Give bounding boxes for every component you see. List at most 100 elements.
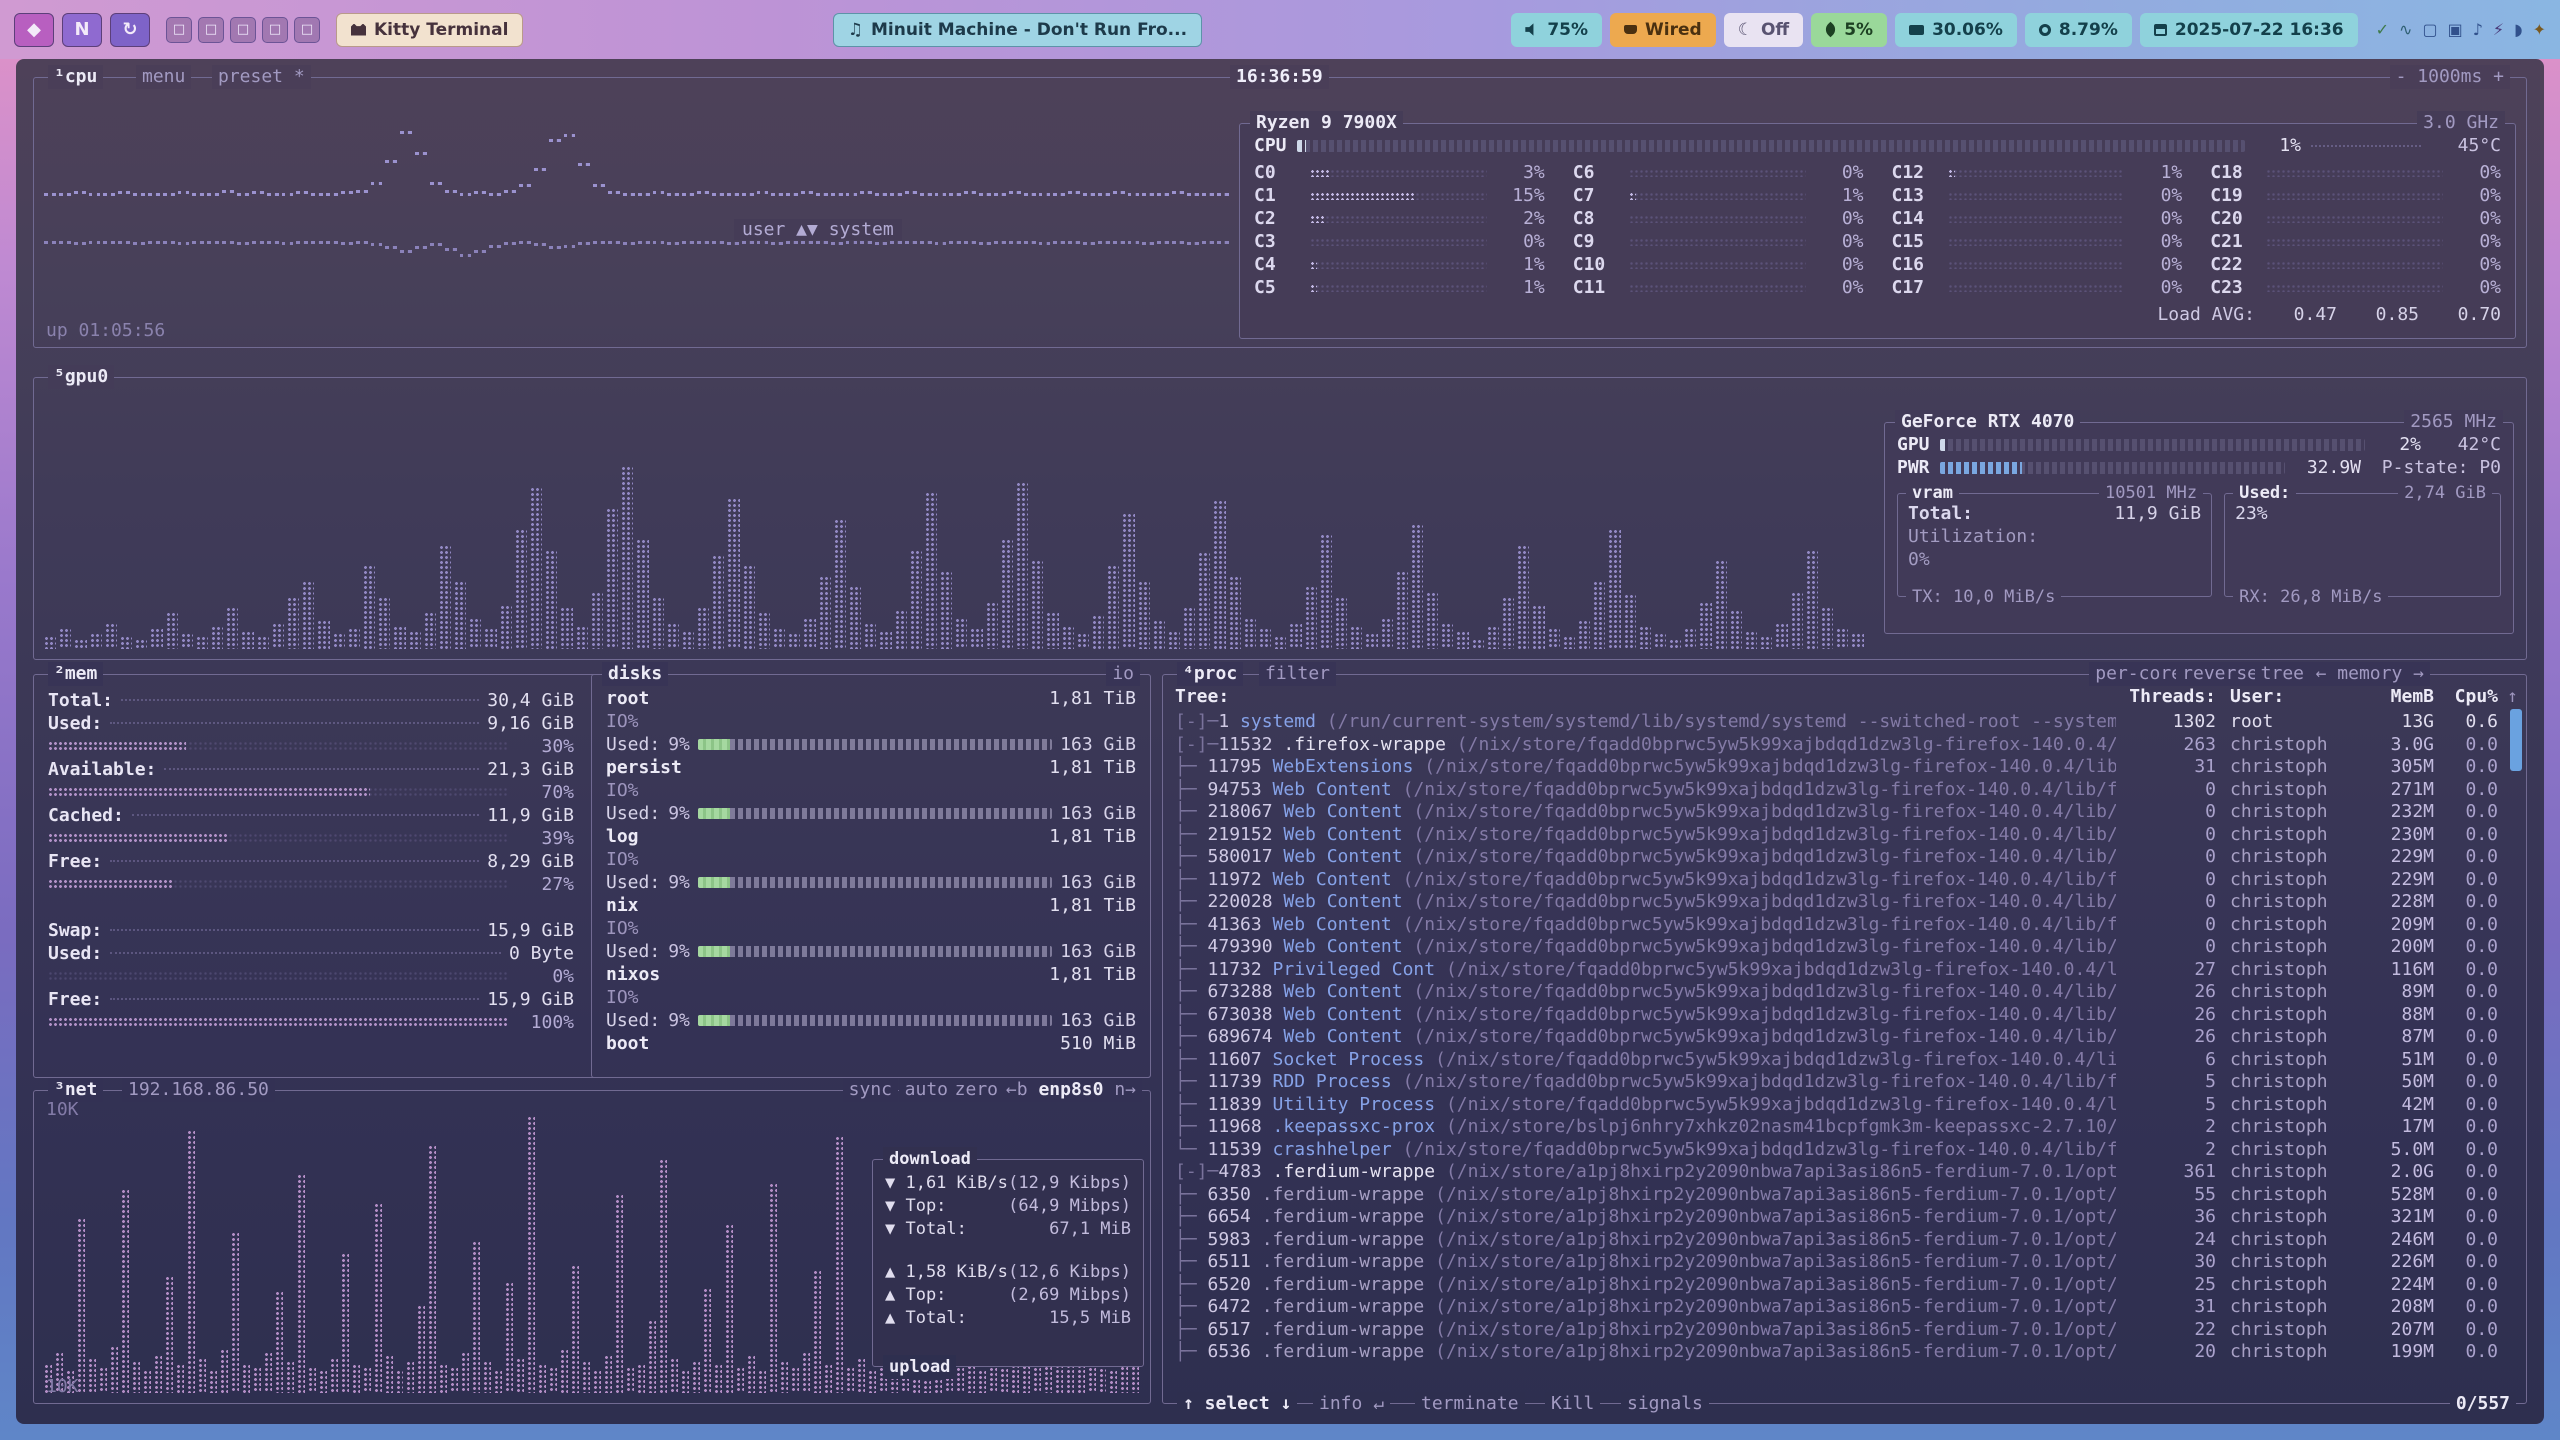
disks-label[interactable]: disks — [602, 662, 668, 686]
filter-button[interactable]: filter — [1259, 662, 1336, 686]
reload-button[interactable]: ↻ — [110, 13, 150, 47]
active-window-button[interactable]: Kitty Terminal — [336, 13, 523, 47]
graph-column — [714, 1364, 722, 1393]
process-row[interactable]: ├─ 11795 WebExtensions (/nix/store/fqadd… — [1163, 756, 2526, 779]
process-row[interactable]: ├─ 6520 .ferdium-wrappe (/nix/store/a1pj… — [1163, 1274, 2526, 1297]
process-row[interactable]: ├─ 6517 .ferdium-wrappe (/nix/store/a1pj… — [1163, 1319, 2526, 1342]
clock-widget[interactable]: 2025-07-22 16:36 — [2140, 13, 2358, 47]
scrollbar-thumb[interactable] — [2510, 709, 2522, 771]
process-row[interactable]: ├─ 11972 Web Content (/nix/store/fqadd0b… — [1163, 869, 2526, 892]
process-row[interactable]: └─ 11539 crashhelper (/nix/store/fqadd0b… — [1163, 1139, 2526, 1162]
memory-widget[interactable]: 30.06% — [1895, 13, 2017, 47]
display-icon[interactable]: ▣ — [2448, 20, 2463, 39]
process-row[interactable]: ├─ 5983 .ferdium-wrappe (/nix/store/a1pj… — [1163, 1229, 2526, 1252]
cpu-graph-legend: user ▲▼ system — [734, 219, 902, 240]
disk-name: persist — [606, 756, 682, 779]
gpu-panel-label[interactable]: ⁵gpu0 — [48, 365, 114, 389]
graph-column — [226, 607, 238, 649]
process-row[interactable]: ├─ 218067 Web Content (/nix/store/fqadd0… — [1163, 801, 2526, 824]
cpu-widget[interactable]: 5% — [1811, 13, 1887, 47]
process-user: christoph — [2216, 1116, 2348, 1139]
process-user: christoph — [2216, 936, 2348, 959]
core-percent: 0% — [1816, 207, 1864, 230]
column-cpu[interactable]: Cpu% — [2434, 685, 2498, 709]
graph-column — [1183, 607, 1195, 649]
info-button[interactable]: info ↵ — [1313, 1392, 1390, 1416]
media-icon[interactable]: ♪ — [2473, 20, 2483, 39]
select-control[interactable]: ↑ select ↓ — [1177, 1392, 1297, 1416]
update-interval-control[interactable]: - 1000ms + — [2390, 65, 2510, 89]
window-button[interactable]: □ — [198, 17, 224, 43]
process-row[interactable]: ├─ 11968 .keepassxc-prox (/nix/store/bsl… — [1163, 1116, 2526, 1139]
bell-icon[interactable]: ✦ — [2533, 20, 2546, 39]
wave-icon[interactable]: ∿ — [2399, 20, 2412, 39]
window-button[interactable]: □ — [166, 17, 192, 43]
window-button[interactable]: □ — [294, 17, 320, 43]
process-row[interactable]: ├─ 6472 .ferdium-wrappe (/nix/store/a1pj… — [1163, 1296, 2526, 1319]
sort-selector[interactable]: ← memory → — [2310, 662, 2430, 686]
process-row[interactable]: ├─ 11732 Privileged Cont (/nix/store/fqa… — [1163, 959, 2526, 982]
process-row[interactable]: ├─ 11607 Socket Process (/nix/store/fqad… — [1163, 1049, 2526, 1072]
cpu-panel-label[interactable]: ¹cpu — [48, 65, 103, 89]
launcher-button[interactable]: ◆ — [14, 13, 54, 47]
network-widget[interactable]: Wired — [1610, 13, 1716, 47]
net-stat-label: ▼ Total: — [885, 1218, 967, 1241]
kill-button[interactable]: Kill — [1545, 1392, 1600, 1416]
process-panel-label[interactable]: ⁴proc — [1177, 662, 1243, 686]
network-panel-label[interactable]: ³net — [48, 1078, 103, 1102]
graph-column — [534, 168, 546, 222]
volume-tray-icon[interactable]: ◗ — [2514, 20, 2522, 39]
interface-switcher[interactable]: ←b enp8s0 n→ — [1000, 1078, 1142, 1102]
process-row[interactable]: ├─ 11739 RDD Process (/nix/store/fqadd0b… — [1163, 1071, 2526, 1094]
menu-button[interactable]: menu — [136, 65, 191, 89]
net-zero-toggle[interactable]: zero — [949, 1078, 1004, 1102]
check-icon[interactable]: ✓ — [2376, 20, 2389, 39]
process-row[interactable]: ├─ 580017 Web Content (/nix/store/fqadd0… — [1163, 846, 2526, 869]
column-memory[interactable]: MemB — [2348, 685, 2434, 709]
scroll-up-hint[interactable]: ↑ — [2498, 685, 2518, 709]
tree-toggle[interactable]: tree — [2255, 662, 2310, 686]
process-row[interactable]: ├─ 6536 .ferdium-wrappe (/nix/store/a1pj… — [1163, 1341, 2526, 1364]
dnd-widget[interactable]: ☾ Off — [1724, 13, 1803, 47]
volume-widget[interactable]: 75% — [1511, 13, 1602, 47]
process-row[interactable]: ├─ 689674 Web Content (/nix/store/fqadd0… — [1163, 1026, 2526, 1049]
nixos-button[interactable]: N — [62, 13, 102, 47]
process-row[interactable]: [-]─4783 .ferdium-wrappe (/nix/store/a1p… — [1163, 1161, 2526, 1184]
process-row[interactable]: ├─ 673288 Web Content (/nix/store/fqadd0… — [1163, 981, 2526, 1004]
now-playing[interactable]: ♫ Minuit Machine - Don't Run Fro... — [833, 13, 1202, 47]
column-tree[interactable]: Tree: — [1175, 685, 2116, 709]
process-row[interactable]: ├─ 6654 .ferdium-wrappe (/nix/store/a1pj… — [1163, 1206, 2526, 1229]
core-label: C22 — [2210, 253, 2256, 276]
process-row[interactable]: ├─ 479390 Web Content (/nix/store/fqadd0… — [1163, 936, 2526, 959]
disk-widget[interactable]: 8.79% — [2025, 13, 2132, 47]
window-button[interactable]: □ — [230, 17, 256, 43]
per-core-toggle[interactable]: per-core — [2089, 662, 2188, 686]
process-row[interactable]: ├─ 94753 Web Content (/nix/store/fqadd0b… — [1163, 779, 2526, 802]
reverse-toggle[interactable]: reverse — [2176, 662, 2264, 686]
memory-usage-value: 30.06% — [1932, 20, 2003, 40]
process-row[interactable]: [-]─11532 .firefox-wrappe (/nix/store/fq… — [1163, 734, 2526, 757]
preset-button[interactable]: preset * — [212, 65, 311, 89]
graph-column — [697, 607, 709, 649]
column-user[interactable]: User: — [2216, 685, 2348, 709]
net-sync-toggle[interactable]: sync — [843, 1078, 898, 1102]
process-row[interactable]: ├─ 41363 Web Content (/nix/store/fqadd0b… — [1163, 914, 2526, 937]
process-row[interactable]: ├─ 6350 .ferdium-wrappe (/nix/store/a1pj… — [1163, 1184, 2526, 1207]
window-button[interactable]: □ — [262, 17, 288, 43]
memory-panel-label[interactable]: ²mem — [48, 662, 103, 686]
column-threads[interactable]: Threads: — [2116, 685, 2216, 709]
power-icon[interactable]: ⚡ — [2493, 20, 2504, 39]
clipboard-icon[interactable]: ▢ — [2422, 20, 2437, 39]
net-auto-toggle[interactable]: auto — [899, 1078, 954, 1102]
process-row[interactable]: ├─ 11839 Utility Process (/nix/store/fqa… — [1163, 1094, 2526, 1117]
terminate-button[interactable]: terminate — [1415, 1392, 1525, 1416]
disks-io-toggle[interactable]: io — [1106, 662, 1140, 686]
process-row[interactable]: ├─ 6511 .ferdium-wrappe (/nix/store/a1pj… — [1163, 1251, 2526, 1274]
process-row[interactable]: ├─ 219152 Web Content (/nix/store/fqadd0… — [1163, 824, 2526, 847]
process-user: christoph — [2216, 1296, 2348, 1319]
process-row[interactable]: [-]─1 systemd (/run/current-system/syste… — [1163, 711, 2526, 734]
process-row[interactable]: ├─ 673038 Web Content (/nix/store/fqadd0… — [1163, 1004, 2526, 1027]
process-row[interactable]: ├─ 220028 Web Content (/nix/store/fqadd0… — [1163, 891, 2526, 914]
signals-button[interactable]: signals — [1621, 1392, 1709, 1416]
process-user: christoph — [2216, 824, 2348, 847]
